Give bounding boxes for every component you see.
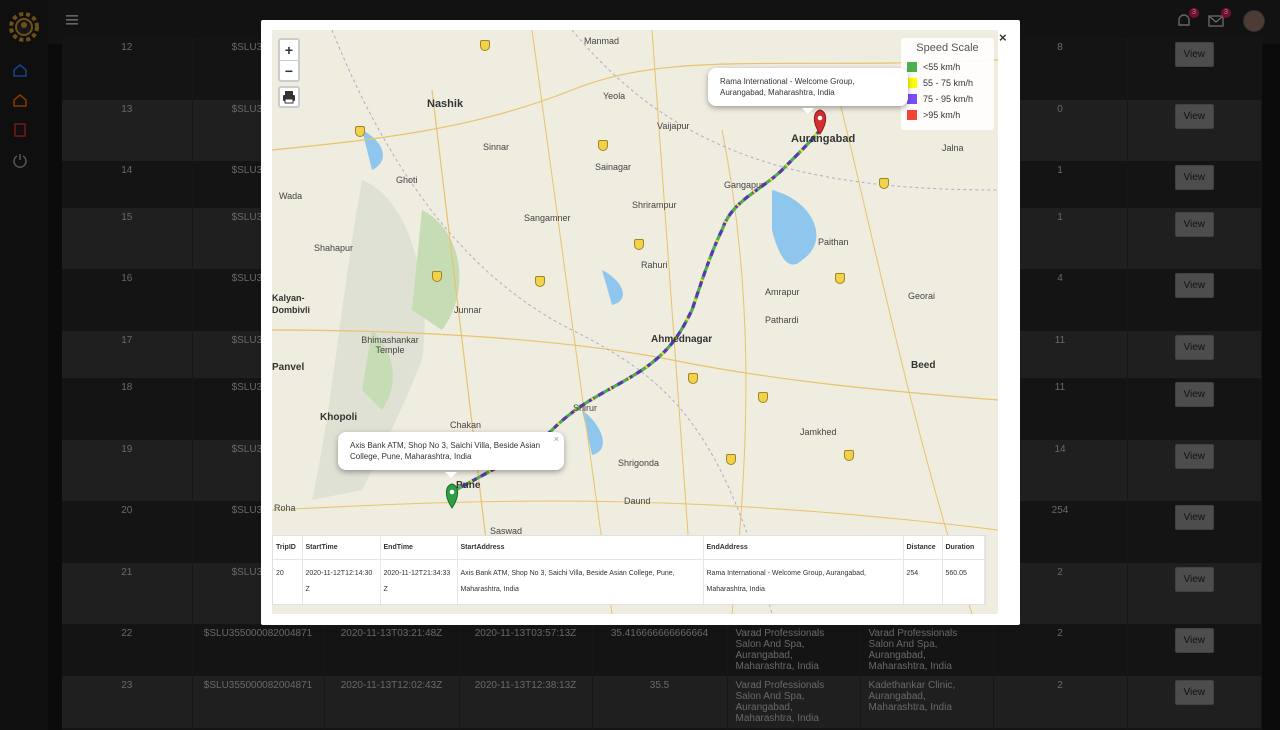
- printer-icon: [283, 91, 295, 104]
- highway-shield-icon: [835, 273, 845, 284]
- highway-shield-icon: [355, 126, 365, 137]
- place-label: Roha: [274, 503, 296, 513]
- place-label: Shirur: [573, 403, 598, 413]
- place-label: Shahapur: [314, 243, 354, 253]
- place-label: Shrigonda: [618, 458, 660, 468]
- place-label: Rahuri: [641, 260, 668, 270]
- place-label: Khopoli: [320, 412, 358, 423]
- cell-endtime: 2020-11-12T21:34:33Z: [380, 559, 458, 604]
- place-label: Beed: [911, 360, 936, 371]
- zoom-out-button[interactable]: −: [280, 60, 298, 80]
- cell-duration: 560.05: [942, 559, 985, 604]
- trip-map-modal: × Manmad Nashik Yeola Vaijapur Aurangaba…: [261, 20, 1020, 625]
- place-label: Vaijapur: [657, 121, 690, 131]
- trip-details-table: TripID StartTime EndTime StartAddress En…: [272, 535, 986, 605]
- place-label: Sinnar: [483, 142, 510, 152]
- place-label: Chakan: [450, 420, 482, 430]
- speed-legend: Speed Scale <55 km/h 55 - 75 km/h 75 - 9…: [901, 38, 994, 130]
- place-label: Bhimashankar Temple: [361, 335, 419, 355]
- col-endtime: EndTime: [380, 536, 458, 560]
- legend-swatch: [907, 110, 917, 120]
- legend-title: Speed Scale: [916, 42, 979, 54]
- legend-swatch: [907, 62, 917, 72]
- place-label: Ahmednagar: [651, 334, 713, 345]
- cell-starttime: 2020-11-12T12:14:30Z: [302, 559, 381, 604]
- col-endaddress: EndAddress: [703, 536, 904, 560]
- place-label: Wada: [279, 191, 303, 201]
- end-popup-text: Rama International - Welcome Group, Aura…: [720, 77, 855, 97]
- place-label: Kalyan-Dombivli: [272, 293, 311, 315]
- legend-item: >95 km/h: [907, 107, 988, 123]
- highway-shield-icon: [726, 454, 736, 465]
- highway-shield-icon: [688, 373, 698, 384]
- place-label: Gangapur: [724, 180, 765, 190]
- legend-item: <55 km/h: [907, 59, 988, 75]
- place-label: Shrirampur: [632, 200, 677, 210]
- close-button[interactable]: ×: [999, 30, 1007, 45]
- place-label: Aurangabad: [791, 133, 856, 145]
- place-label: Manmad: [584, 36, 620, 46]
- table-row: 20 2020-11-12T12:14:30Z 2020-11-12T21:34…: [273, 559, 985, 604]
- zoom-control: + −: [278, 38, 300, 82]
- highway-shield-icon: [758, 392, 768, 403]
- cell-startaddress: Axis Bank ATM, Shop No 3, Saichi Villa, …: [457, 559, 704, 604]
- start-popup-text: Axis Bank ATM, Shop No 3, Saichi Villa, …: [350, 441, 541, 461]
- highway-shield-icon: [432, 271, 442, 282]
- place-label: Ghoti: [396, 175, 418, 185]
- place-label: Pathardi: [765, 315, 799, 325]
- place-label: Daund: [624, 496, 651, 506]
- legend-item: 55 - 75 km/h: [907, 75, 988, 91]
- place-label: Junnar: [454, 305, 482, 315]
- legend-label: <55 km/h: [923, 62, 961, 72]
- place-label: Amrapur: [765, 287, 800, 297]
- zoom-in-button[interactable]: +: [280, 40, 298, 60]
- place-label: Sangamner: [524, 213, 571, 223]
- legend-label: 55 - 75 km/h: [923, 78, 974, 88]
- cell-distance: 254: [903, 559, 943, 604]
- legend-swatch: [907, 78, 917, 88]
- end-marker-icon: [813, 109, 827, 135]
- highway-shield-icon: [480, 40, 490, 51]
- place-label: Sainagar: [595, 162, 632, 172]
- legend-swatch: [907, 94, 917, 104]
- start-location-popup: × Axis Bank ATM, Shop No 3, Saichi Villa…: [338, 432, 564, 478]
- place-label: Nashik: [427, 98, 464, 110]
- highway-shield-icon: [634, 239, 644, 250]
- highway-shield-icon: [844, 450, 854, 461]
- col-distance: Distance: [903, 536, 943, 560]
- highway-shield-icon: [598, 140, 608, 151]
- popup-close-button[interactable]: ×: [554, 434, 559, 445]
- place-label: Jalna: [942, 143, 964, 153]
- highway-shield-icon: [879, 178, 889, 189]
- col-startaddress: StartAddress: [457, 536, 704, 560]
- map[interactable]: Manmad Nashik Yeola Vaijapur Aurangabad …: [272, 30, 998, 614]
- place-label: Jamkhed: [800, 427, 837, 437]
- cell-endaddress: Rama International - Welcome Group, Aura…: [703, 559, 904, 604]
- col-tripid: TripID: [273, 536, 303, 560]
- place-label: Yeola: [603, 91, 626, 101]
- legend-item: 75 - 95 km/h: [907, 91, 988, 107]
- place-label: Georai: [908, 291, 936, 301]
- place-label: Paithan: [818, 237, 849, 247]
- place-label: Panvel: [272, 362, 305, 373]
- end-location-popup: Rama International - Welcome Group, Aura…: [708, 68, 908, 114]
- legend-label: 75 - 95 km/h: [923, 94, 974, 104]
- cell-tripid: 20: [273, 559, 303, 604]
- print-button[interactable]: [278, 86, 300, 108]
- col-starttime: StartTime: [302, 536, 381, 560]
- place-label: Pune: [456, 480, 481, 491]
- legend-label: >95 km/h: [923, 110, 961, 120]
- highway-shield-icon: [535, 276, 545, 287]
- map-base: [272, 30, 998, 614]
- col-duration: Duration: [942, 536, 985, 560]
